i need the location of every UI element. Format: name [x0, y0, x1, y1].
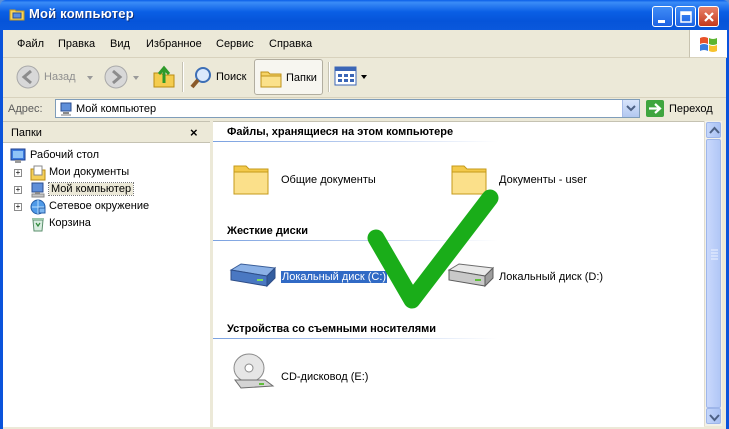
menu-tools[interactable]: Сервис: [216, 38, 254, 50]
arrow-right-icon: [649, 103, 662, 114]
minimize-button[interactable]: [652, 6, 673, 27]
cd-drive-icon: [233, 353, 275, 389]
window-title: Мой компьютер: [29, 6, 134, 21]
my-computer-icon: [60, 102, 72, 116]
address-label: Адрес:: [8, 103, 43, 115]
scroll-up-button[interactable]: [706, 122, 721, 138]
folders-label: Папки: [286, 72, 317, 84]
tree-item-label: Мой компьютер: [47, 182, 135, 196]
address-bar: Адрес: Мой компьютер Переход: [3, 98, 726, 120]
folder-icon: [233, 165, 269, 195]
tree-item-label: Корзина: [49, 217, 91, 229]
item-label: Общие документы: [281, 174, 376, 186]
menu-bar: Файл Правка Вид Избранное Сервис Справка: [3, 30, 689, 58]
grip-icon: [711, 249, 718, 260]
minimize-icon: [658, 20, 665, 23]
menu-favorites[interactable]: Избранное: [146, 38, 202, 50]
chevron-up-icon: [709, 126, 720, 134]
toolbar-separator: [182, 62, 184, 92]
group-header-removable: Устройства со съемными носителями: [227, 323, 437, 335]
address-value: Мой компьютер: [76, 103, 157, 115]
maximize-icon: [680, 11, 692, 23]
tree-item-desktop[interactable]: Рабочий стол: [10, 148, 200, 164]
folder-icon: [9, 9, 25, 21]
tree-item-label: Рабочий стол: [30, 149, 100, 161]
menu-edit[interactable]: Правка: [58, 38, 95, 50]
expand-icon[interactable]: +: [14, 203, 22, 211]
chevron-down-icon: [361, 75, 367, 79]
search-button[interactable]: Поиск: [188, 64, 246, 90]
vertical-scrollbar[interactable]: [704, 121, 722, 426]
group-divider: [213, 141, 498, 142]
folders-pane-header: Папки ×: [3, 122, 210, 143]
back-button[interactable]: Назад: [13, 64, 93, 90]
tree-item-network[interactable]: + Сетевое окружение: [14, 199, 204, 215]
windows-flag-icon: [700, 37, 717, 52]
title-bar[interactable]: Мой компьютер: [0, 0, 729, 30]
chevron-down-icon: [133, 76, 139, 80]
folders-pane-title: Папки: [11, 127, 42, 139]
toolbar-separator: [328, 62, 330, 92]
expand-icon[interactable]: +: [14, 169, 22, 177]
forward-arrow-icon: [104, 65, 128, 89]
close-icon[interactable]: ×: [190, 125, 198, 140]
item-label: Локальный диск (D:): [499, 271, 604, 283]
back-label: Назад: [44, 71, 76, 83]
folders-pane: Папки × Рабочий стол + Мои документы + М…: [3, 121, 210, 427]
hard-drive-icon: [229, 263, 277, 288]
folders-icon: [260, 71, 282, 88]
group-header-files: Файлы, хранящиеся на этом компьютере: [227, 126, 454, 138]
network-icon: [30, 199, 46, 215]
maximize-button[interactable]: [675, 6, 696, 27]
address-dropdown-button[interactable]: [622, 100, 639, 117]
close-button[interactable]: [698, 6, 719, 27]
tree-item-recycle-bin[interactable]: Корзина: [30, 216, 200, 232]
address-input[interactable]: Мой компьютер: [55, 99, 640, 118]
recycle-bin-icon: [32, 218, 44, 232]
up-folder-button[interactable]: [151, 63, 177, 91]
scroll-down-button[interactable]: [706, 408, 721, 424]
go-button[interactable]: [646, 100, 664, 117]
cd-drive-e[interactable]: CD-дисковод (E:): [231, 352, 431, 392]
tree-item-label: Мои документы: [49, 166, 130, 178]
item-label: CD-дисковод (E:): [281, 371, 369, 383]
windows-logo: [689, 30, 727, 58]
back-arrow-icon: [16, 65, 40, 89]
checkmark-icon: [367, 189, 499, 309]
standard-toolbar: Назад Поиск Папки: [3, 58, 726, 98]
scroll-thumb[interactable]: [706, 139, 721, 408]
views-button[interactable]: [334, 65, 368, 89]
menu-help[interactable]: Справка: [269, 38, 312, 50]
desktop-icon: [10, 148, 26, 163]
menu-file[interactable]: Файл: [17, 38, 44, 50]
group-divider: [213, 338, 498, 339]
group-header-hard-disks: Жесткие диски: [227, 225, 308, 237]
folders-button[interactable]: Папки: [254, 59, 323, 95]
search-label: Поиск: [216, 71, 247, 83]
my-computer-icon: [31, 182, 45, 198]
item-label: Документы - user: [499, 174, 587, 186]
go-label[interactable]: Переход: [669, 103, 713, 115]
search-icon: [190, 67, 211, 89]
tree-item-my-documents[interactable]: + Мои документы: [14, 165, 204, 181]
forward-button[interactable]: [103, 64, 143, 90]
tree-item-my-computer[interactable]: + Мой компьютер: [14, 182, 204, 198]
my-documents-icon: [30, 165, 46, 181]
chevron-down-icon: [87, 76, 93, 80]
views-icon: [334, 66, 357, 86]
close-icon: [704, 12, 714, 22]
tree-item-label: Сетевое окружение: [49, 200, 150, 212]
expand-icon[interactable]: +: [14, 186, 22, 194]
up-folder-icon: [153, 65, 175, 88]
chevron-down-icon: [626, 105, 636, 112]
chevron-down-icon: [709, 414, 720, 422]
explorer-window: Мой компьютер Файл Правка Вид Избранное …: [0, 0, 729, 429]
menu-view[interactable]: Вид: [110, 38, 130, 50]
